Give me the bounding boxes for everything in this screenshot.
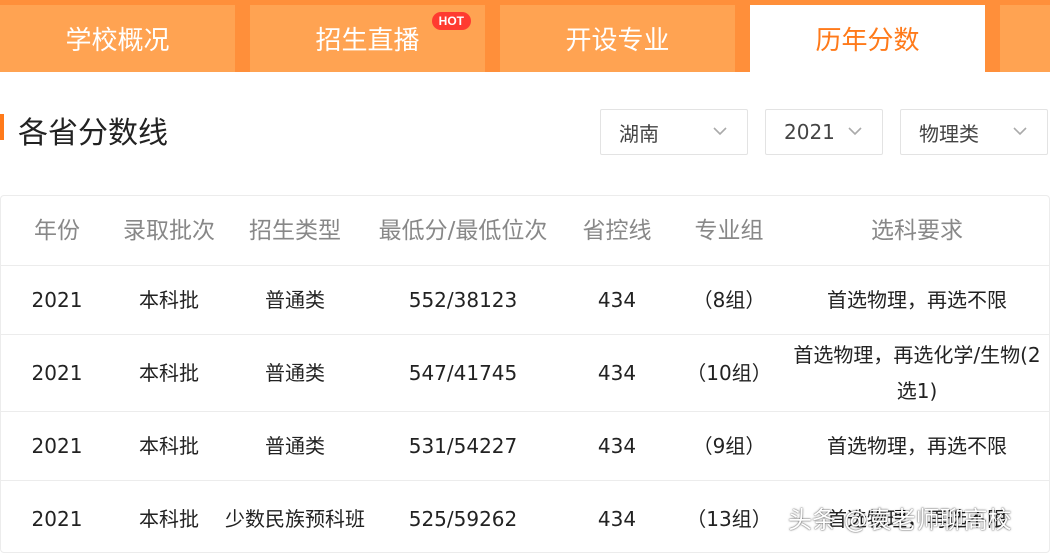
cell-control-line: 434	[597, 507, 637, 531]
cell-year: 2021	[31, 287, 83, 312]
table-header: 年份 录取批次 招生类型 最低分/最低位次 省控线 专业组 选科要求	[1, 196, 1049, 266]
cell-subject-req: 首选物理，再选化学/生物(2选1)	[793, 342, 1041, 403]
chevron-down-icon	[713, 127, 727, 136]
cell-min-score: 525/59262	[408, 507, 518, 531]
cell-subject-req: 首选物理，再选不限	[827, 433, 1007, 458]
chevron-down-icon	[848, 127, 862, 136]
cell-batch: 本科批	[139, 287, 199, 312]
watermark: 头条 @袁老师聊高校	[788, 506, 1012, 534]
year-select[interactable]: 2021	[765, 109, 883, 155]
cell-batch: 本科批	[139, 360, 199, 385]
tab-historical-scores[interactable]: 历年分数	[750, 5, 985, 72]
cell-major-group: （9组）	[692, 433, 766, 458]
cell-subject-req: 首选物理，再选不限	[827, 287, 1007, 312]
tab-label: 招生直播	[315, 26, 420, 56]
header-type: 招生类型	[249, 217, 341, 244]
cell-min-score: 531/54227	[408, 433, 518, 458]
cell-major-group: （13组）	[686, 507, 772, 531]
cell-batch: 本科批	[139, 507, 199, 531]
cell-year: 2021	[31, 433, 83, 458]
category-select[interactable]: 物理类	[900, 109, 1048, 155]
province-value: 湖南	[619, 121, 659, 146]
cell-type: 普通类	[265, 433, 325, 458]
year-value: 2021	[784, 120, 835, 144]
table-row: 2021 本科批 普通类 552/38123 434 （8组） 首选物理，再选不…	[1, 265, 1049, 335]
header-subject-req: 选科要求	[871, 217, 963, 244]
cell-type: 普通类	[265, 360, 325, 385]
cell-type: 少数民族预科班	[225, 507, 365, 531]
tab-label: 开设专业	[565, 26, 670, 56]
province-select[interactable]: 湖南	[600, 109, 748, 155]
header-batch: 录取批次	[123, 217, 215, 244]
cell-type: 普通类	[265, 287, 325, 312]
tab-bar: 学校概况 招生直播 HOT 开设专业 历年分数	[0, 0, 1050, 72]
category-value: 物理类	[919, 121, 979, 146]
cell-control-line: 434	[597, 287, 637, 312]
cell-major-group: （10组）	[686, 360, 772, 385]
hot-badge: HOT	[431, 12, 471, 30]
cell-batch: 本科批	[139, 433, 199, 458]
tab-school-overview[interactable]: 学校概况	[0, 5, 235, 72]
cell-min-score: 552/38123	[408, 287, 518, 312]
cell-min-score: 547/41745	[408, 360, 518, 385]
tab-label: 学校概况	[65, 26, 170, 56]
tab-label: 历年分数	[815, 26, 920, 56]
header-min-score: 最低分/最低位次	[378, 217, 548, 244]
section-accent-bar	[0, 114, 4, 140]
cell-major-group: （8组）	[692, 287, 766, 312]
header-year: 年份	[34, 217, 80, 244]
cell-control-line: 434	[597, 433, 637, 458]
cell-year: 2021	[31, 507, 83, 531]
tab-admission-live[interactable]: 招生直播 HOT	[250, 5, 485, 72]
table-row: 2021 本科批 普通类 547/41745 434 （10组） 首选物理，再选…	[1, 334, 1049, 412]
tab-more[interactable]	[1000, 5, 1050, 72]
header-major-group: 专业组	[694, 217, 764, 244]
chevron-down-icon	[1013, 127, 1027, 136]
table-row: 2021 本科批 普通类 531/54227 434 （9组） 首选物理，再选不…	[1, 411, 1049, 481]
cell-control-line: 434	[597, 360, 637, 385]
header-control-line: 省控线	[582, 217, 652, 244]
section-title: 各省分数线	[18, 116, 168, 151]
cell-year: 2021	[31, 360, 83, 385]
tab-majors[interactable]: 开设专业	[500, 5, 735, 72]
